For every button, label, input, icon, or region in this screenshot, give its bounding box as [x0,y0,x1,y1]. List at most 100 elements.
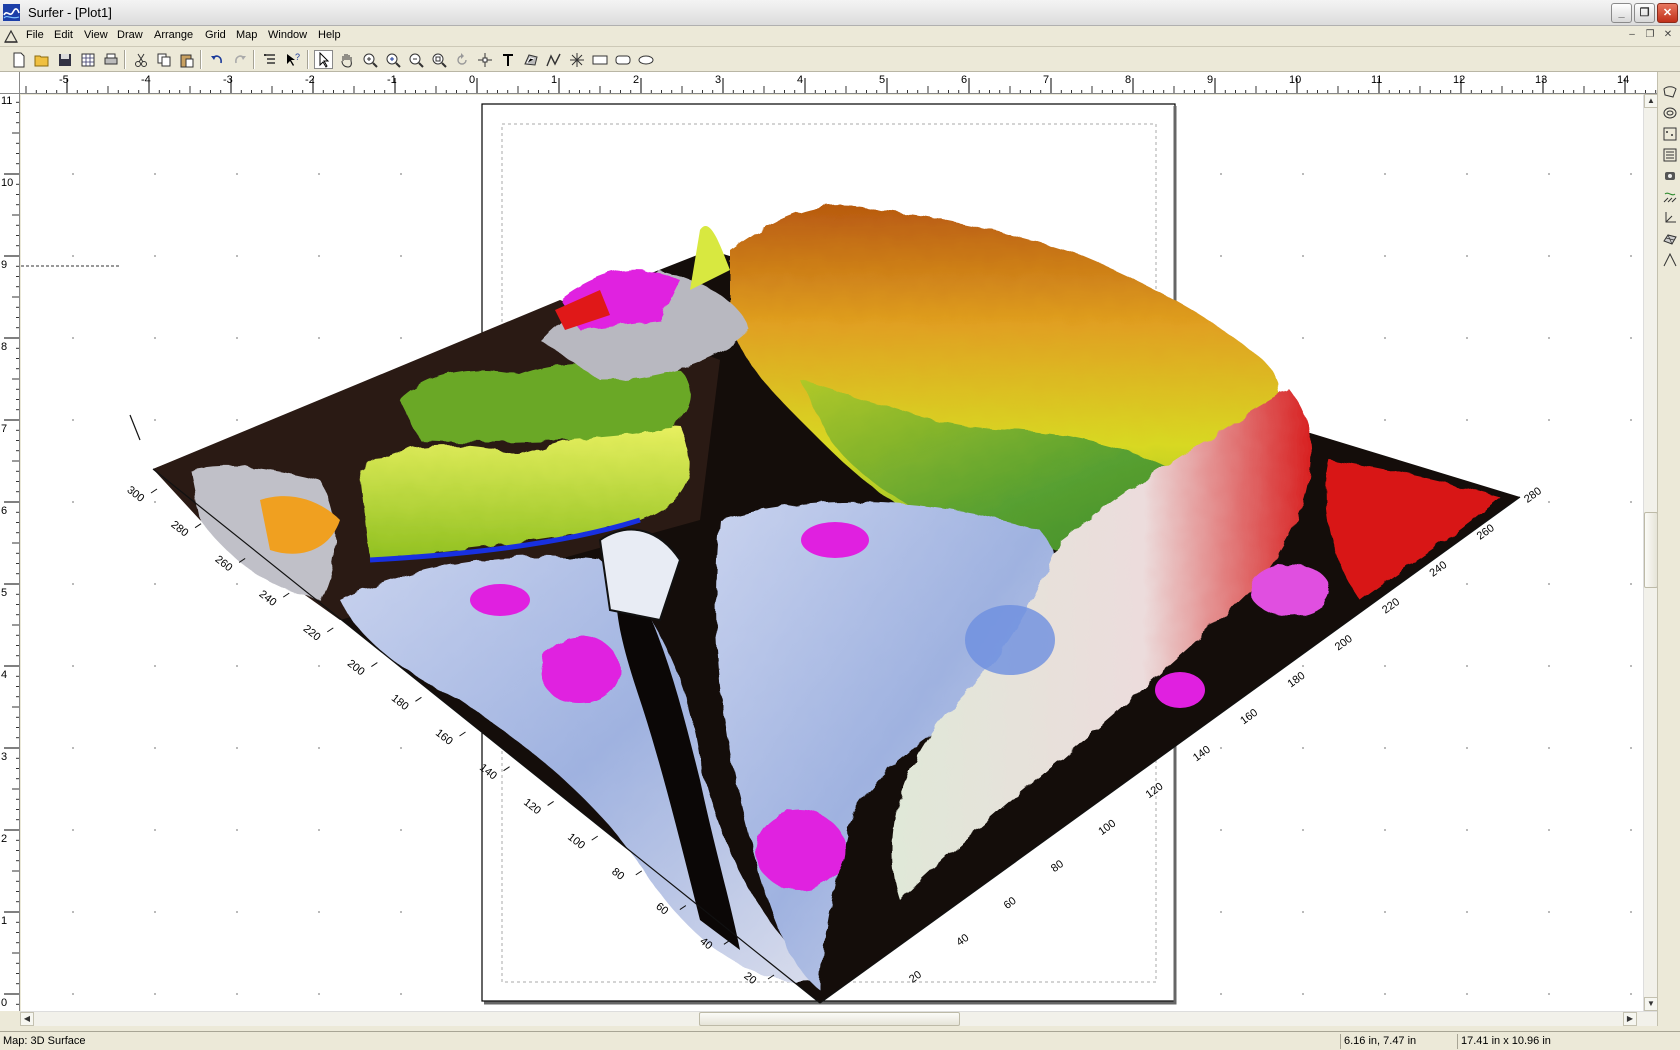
plot-canvas[interactable]: 300 280 260 240 220 200 180 160 140 120 100 80 60 40 2… [21,95,1643,1011]
select-button[interactable] [314,50,333,69]
paste-button[interactable] [177,50,196,69]
scissors-icon [134,53,147,67]
toolbar-separator [307,50,309,69]
zoom-fit-button[interactable] [429,50,448,69]
post-map-icon [1663,127,1676,140]
menu-window[interactable]: Window [268,29,307,41]
ruler-label: 11 [1,95,12,107]
surfer-app-icon[interactable] [3,4,20,21]
close-button[interactable]: ✕ [1657,3,1678,23]
object-manager-icon [263,53,275,64]
mdi-restore-button[interactable]: ❐ [1643,29,1657,43]
ellipse-button[interactable] [636,50,655,69]
restore-button[interactable]: ❐ [1634,3,1655,23]
cut-button[interactable] [131,50,150,69]
ruler-label: 6 [961,74,967,86]
object-manager-button[interactable] [260,50,279,69]
new-post-map-button[interactable] [1661,125,1678,142]
horizontal-ruler[interactable]: -5 -4 -3 -2 -1 0 1 2 3 4 5 6 7 8 9 10 11 12 13 14 [20,72,1657,94]
document-menu-icon[interactable] [3,29,19,44]
vertical-scrollbar[interactable]: ▲ ▼ [1643,94,1658,1011]
surface-magenta-patch [470,584,530,616]
zoom-in-icon [363,53,378,68]
vertical-scroll-thumb[interactable] [1644,512,1658,588]
new-image-map-button[interactable] [1661,146,1678,163]
scroll-left-button[interactable]: ◀ [20,1012,34,1026]
zoom-realtime-icon [386,53,401,68]
scroll-up-button[interactable]: ▲ [1644,94,1658,108]
zoom-out-button[interactable] [406,50,425,69]
print-button[interactable] [101,50,120,69]
surface-magenta-patch [801,522,869,558]
menu-help[interactable]: Help [318,29,341,41]
menu-file[interactable]: File [26,29,44,41]
shaded-relief-icon [1664,171,1675,180]
status-cursor-position: 6.16 in, 7.47 in [1340,1034,1457,1049]
redo-button[interactable] [230,50,249,69]
polyline-button[interactable] [544,50,563,69]
symbol-button[interactable] [567,50,586,69]
text-button[interactable] [498,50,517,69]
new-wireframe-button[interactable] [1661,209,1678,226]
ruler-label: -3 [223,74,233,86]
reshape-node-icon [477,52,492,67]
zoom-in-button[interactable] [360,50,379,69]
menu-draw[interactable]: Draw [117,29,143,41]
horizontal-scroll-thumb[interactable] [699,1012,960,1026]
main-toolbar: ? [0,47,1680,72]
undo-button[interactable] [207,50,226,69]
minimize-button[interactable]: _ [1611,3,1632,23]
open-button[interactable] [32,50,51,69]
rectangle-button[interactable] [590,50,609,69]
mdi-close-button[interactable]: ✕ [1661,29,1675,43]
printer-icon [104,53,117,64]
menu-edit[interactable]: Edit [54,29,73,41]
ruler-label: 7 [1043,74,1049,86]
mdi-minimize-button[interactable]: – [1625,29,1639,43]
rotate-button[interactable] [452,50,471,69]
menu-map[interactable]: Map [236,29,257,41]
surface-blue-basin [965,605,1055,675]
save-button[interactable] [55,50,74,69]
plot-drawing: 3002802602402202001801601401201008060402… [21,95,1643,1011]
window-title: Surfer - [Plot1] [28,5,112,20]
scroll-down-button[interactable]: ▼ [1644,997,1658,1011]
pan-button[interactable] [337,50,356,69]
ruler-label: -5 [59,74,69,86]
copy-button[interactable] [154,50,173,69]
new-variogram-button[interactable] [1661,251,1678,268]
scroll-right-button[interactable]: ▶ [1623,1012,1637,1026]
ruler-label: 10 [1289,74,1301,86]
menu-arrange[interactable]: Arrange [154,29,193,41]
new-vector-map-button[interactable] [1661,188,1678,205]
polygon-button[interactable] [521,50,540,69]
new-3d-surface-button[interactable] [1661,230,1678,247]
ruler-label: 3 [715,74,721,86]
surface-magenta-patch [755,810,845,890]
hand-pan-icon [341,53,352,68]
worksheet-button[interactable] [78,50,97,69]
new-button[interactable] [9,50,28,69]
contour-map-icon [1662,85,1677,98]
rounded-rectangle-button[interactable] [613,50,632,69]
new-contour-map-button[interactable] [1661,83,1678,100]
image-map-icon [1663,148,1676,161]
new-base-map-button[interactable] [1661,104,1678,121]
ruler-corner [0,72,20,94]
reshape-button[interactable] [475,50,494,69]
surface-magenta-patch [1250,564,1330,616]
polygon-tool-icon [523,53,538,66]
new-shaded-relief-button[interactable] [1661,167,1678,184]
menu-bar: File Edit View Draw Arrange Grid Map Win… [0,26,1680,47]
menu-view[interactable]: View [84,29,108,41]
toolbar-separator [200,50,202,69]
horizontal-scrollbar[interactable]: ◀ ▶ [20,1011,1657,1026]
menu-grid[interactable]: Grid [205,29,226,41]
ruler-label: 8 [1,341,7,353]
whats-this-button[interactable]: ? [283,50,302,69]
vertical-ruler-scale: 11109876543210 [1,95,19,1009]
rectangle-tool-icon [592,55,607,64]
ruler-label: 2 [633,74,639,86]
vertical-ruler[interactable]: 11 10 9 8 7 6 5 4 3 2 1 0 [0,94,20,1011]
zoom-realtime-button[interactable] [383,50,402,69]
